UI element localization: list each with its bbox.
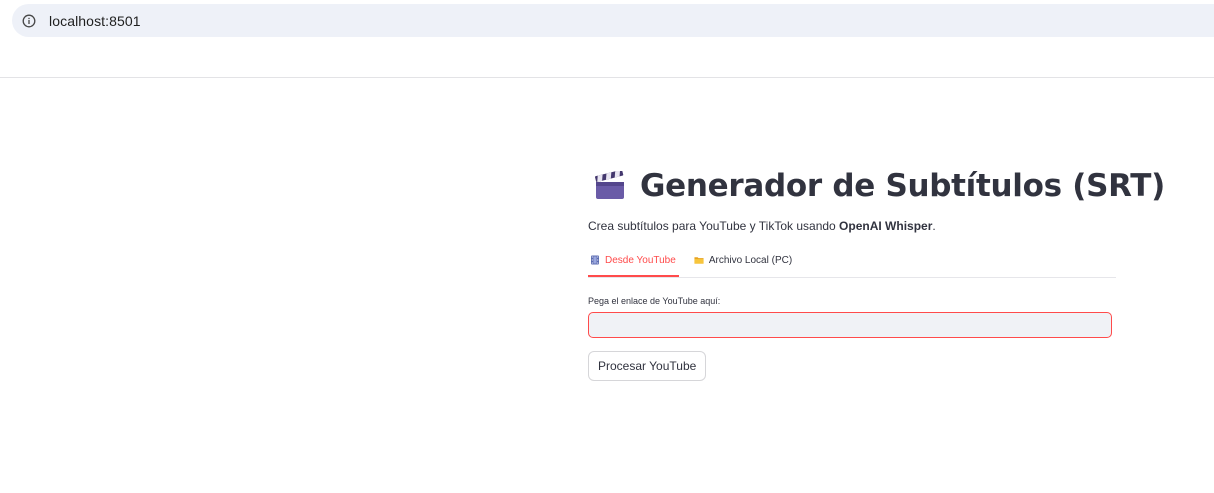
- address-bar[interactable]: localhost:8501: [12, 4, 1214, 37]
- subtitle-suffix: .: [932, 219, 936, 233]
- source-tabs: Desde YouTube Archivo Local (PC): [588, 251, 1116, 278]
- info-icon[interactable]: [22, 14, 36, 28]
- tab-label: Desde YouTube: [605, 254, 676, 266]
- film-frames-icon: [590, 255, 600, 265]
- folder-icon: [694, 255, 704, 265]
- process-youtube-button[interactable]: Procesar YouTube: [588, 351, 707, 381]
- clapper-board-icon: [594, 171, 628, 201]
- youtube-url-label: Pega el enlace de YouTube aquí:: [588, 296, 721, 306]
- tab-archivo-local[interactable]: Archivo Local (PC): [692, 251, 794, 269]
- tab-label: Archivo Local (PC): [708, 254, 793, 266]
- subtitle-text: Crea subtítulos para YouTube y TikTok us…: [588, 219, 840, 233]
- youtube-url-input[interactable]: [588, 312, 1112, 338]
- page-subtitle: Crea subtítulos para YouTube y TikTok us…: [588, 219, 1116, 233]
- page-title: Generador de Subtítulos (SRT): [640, 168, 1166, 204]
- header-divider: [0, 77, 1214, 78]
- title-row: Generador de Subtítulos (SRT): [588, 160, 1165, 212]
- url-text[interactable]: localhost:8501: [49, 13, 141, 29]
- subtitle-bold-text: OpenAI Whisper: [839, 219, 933, 233]
- tab-desde-youtube[interactable]: Desde YouTube: [588, 251, 679, 277]
- main-content: Generador de Subtítulos (SRT) Crea subtí…: [588, 160, 1165, 381]
